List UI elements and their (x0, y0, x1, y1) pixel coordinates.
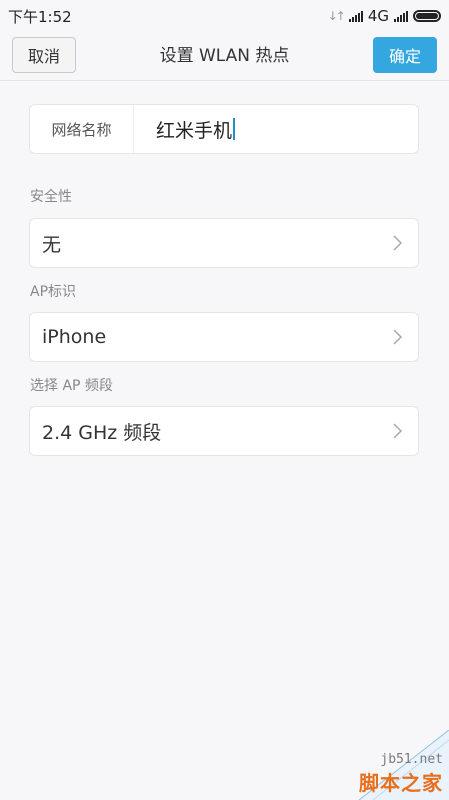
chevron-right-icon (390, 421, 404, 441)
cancel-button[interactable]: 取消 (12, 37, 76, 73)
status-icons: ↓↑ 4G (328, 7, 441, 25)
band-value: 2.4 GHz 频段 (42, 421, 162, 444)
network-name-value: 红米手机 (156, 119, 233, 142)
title-bar: 取消 设置 WLAN 热点 确定 (0, 32, 449, 81)
network-type: 4G (367, 7, 389, 25)
network-name-label: 网络名称 (30, 105, 134, 153)
signal-icon (348, 10, 363, 22)
security-value: 无 (42, 233, 62, 256)
confirm-button[interactable]: 确定 (373, 37, 437, 73)
watermark-site: jb51.net (380, 752, 443, 767)
ap-id-label: AP标识 (30, 284, 77, 300)
ap-id-value: iPhone (42, 326, 107, 348)
security-label: 安全性 (30, 189, 72, 205)
band-label: 选择 AP 频段 (30, 378, 113, 394)
chevron-right-icon (390, 233, 404, 253)
data-activity-icon: ↓↑ (327, 9, 346, 23)
text-caret (233, 118, 236, 140)
signal-icon-secondary (394, 10, 408, 22)
status-bar: 下午1:52 ↓↑ 4G (0, 0, 449, 32)
ap-id-selector[interactable]: iPhone (29, 312, 419, 362)
network-name-input[interactable]: 红米手机 (134, 105, 418, 153)
chevron-right-icon (390, 327, 404, 347)
band-selector[interactable]: 2.4 GHz 频段 (29, 406, 419, 456)
watermark: jb51.net 脚本之家 (359, 752, 443, 796)
status-time: 下午1:52 (8, 7, 72, 26)
security-selector[interactable]: 无 (29, 218, 419, 268)
watermark-name: 脚本之家 (359, 771, 443, 795)
battery-icon (413, 10, 441, 22)
network-name-field: 网络名称 红米手机 (29, 104, 419, 154)
